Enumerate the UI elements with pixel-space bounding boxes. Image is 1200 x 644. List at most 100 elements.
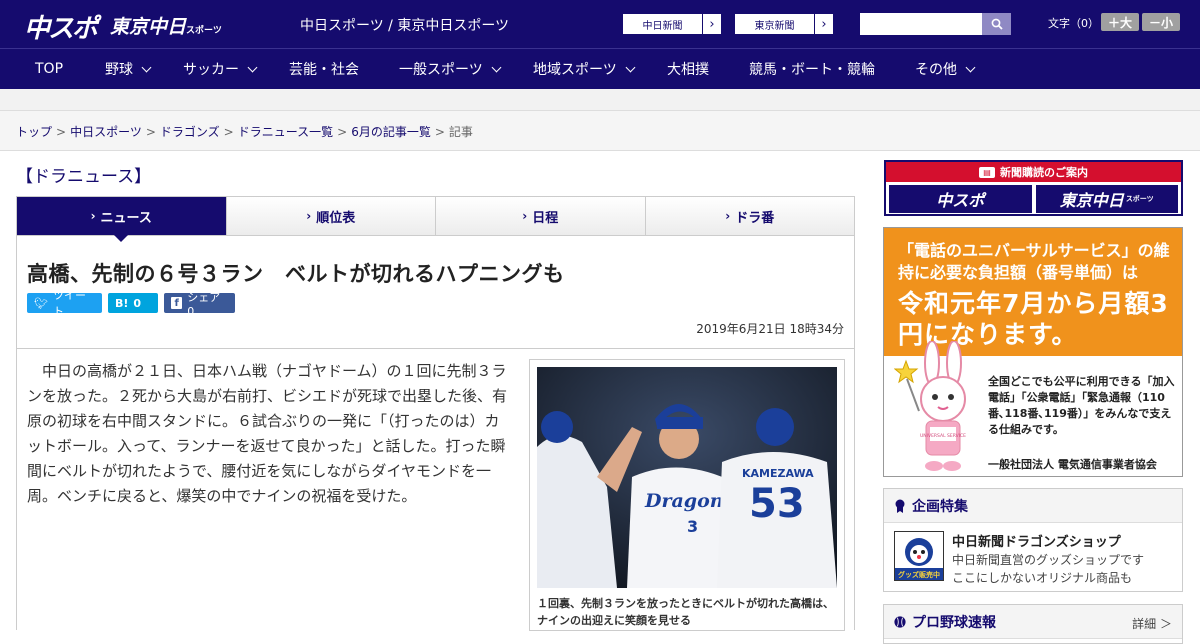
chevron-right-icon: ›	[725, 209, 731, 223]
spacer-bar	[0, 89, 1200, 111]
pro-baseball-panel: プロ野球速報 詳細 ＞	[883, 604, 1183, 644]
nav-label: サッカー	[183, 62, 239, 78]
newspaper-icon: ▤	[979, 166, 995, 178]
breadcrumb-link[interactable]: ドラゴンズ	[160, 125, 220, 139]
hatena-bookmark-button[interactable]: B! 0	[108, 293, 158, 313]
nav-item-other[interactable]: その他	[915, 49, 976, 89]
breadcrumb-link[interactable]: 中日スポーツ	[70, 125, 142, 139]
facebook-share-label: シェア 0	[187, 290, 221, 318]
font-size-up-button[interactable]: ＋大	[1101, 13, 1139, 31]
tokyo-chunichi-subscribe-logo[interactable]: 東京中日 スポーツ	[1035, 185, 1178, 213]
site-title: 中日スポーツ / 東京中日スポーツ	[300, 18, 510, 34]
facebook-share-button[interactable]: f シェア 0	[164, 291, 235, 318]
chevron-right-icon: ›	[306, 209, 312, 223]
back-number: 53	[749, 481, 805, 527]
breadcrumb-separator: >	[434, 125, 445, 139]
tab-reporter[interactable]: › ドラ番	[645, 197, 854, 235]
chevron-down-icon	[625, 62, 636, 72]
feature-panel: 企画特集 グッズ販売中 中日新聞ドラゴンズショップ 中日新聞直営のグッズショップ…	[883, 488, 1183, 592]
nav-item-racing[interactable]: 競馬・ボート・競輪	[749, 49, 875, 89]
chevron-down-icon	[141, 62, 152, 72]
chuspo-logo[interactable]: 中スポ	[24, 8, 98, 45]
breadcrumb-link[interactable]: 6月の記事一覧	[351, 125, 431, 139]
nav-label: 大相撲	[667, 62, 709, 78]
ad-lower: UNIVERSAL SERVICE 全国どこでも公平に利用できる「加入電話」「公…	[884, 341, 1182, 476]
nav-label: 芸能・社会	[289, 62, 359, 78]
tokyo-shimbun-label: 東京新聞	[735, 14, 815, 34]
chunichi-shimbun-link[interactable]: 中日新聞 ›	[622, 13, 722, 35]
chuspo-subscribe-logo[interactable]: 中スポ	[889, 185, 1032, 213]
dragons-shop-thumbnail: グッズ販売中	[894, 531, 944, 581]
dragons-shop-text: 中日新聞ドラゴンズショップ 中日新聞直営のグッズショップです ここにしかないオリ…	[952, 531, 1144, 586]
dragons-shop-desc-2: ここにしかないオリジナル商品も	[952, 571, 1133, 585]
feature-panel-title: 企画特集	[912, 498, 968, 515]
back-name: KAMEZAWA	[742, 467, 814, 480]
breadcrumb-separator: >	[337, 125, 348, 139]
subscription-logos: 中スポ 東京中日 スポーツ	[886, 182, 1181, 216]
ad-description: 全国どこでも公平に利用できる「加入電話」「公衆電話」「緊急通報（110番､118…	[988, 375, 1175, 436]
ribbon-icon	[895, 499, 905, 513]
nav-item-entertainment[interactable]: 芸能・社会	[289, 49, 359, 89]
nav-label: 競馬・ボート・競輪	[749, 62, 875, 78]
tweet-label: ツイート	[52, 289, 86, 318]
nav-item-local-sports[interactable]: 地域スポーツ	[533, 49, 636, 89]
tab-label: 順位表	[316, 210, 356, 226]
chunichi-shimbun-label: 中日新聞	[623, 14, 703, 34]
chevron-right-icon: ›	[90, 209, 96, 223]
nav-label: 地域スポーツ	[533, 62, 617, 78]
twitter-icon: 🐦︎	[34, 296, 48, 310]
tokyo-logo-sub: スポーツ	[186, 26, 222, 36]
article-photo: Dragons 3 KAMEZAWA 53 １回裏、先制３ランを放ったときにベル…	[529, 359, 845, 631]
article-text: 中日の高橋が２１日、日本ハム戦（ナゴヤドーム）の１回に先制３ランを放った。２死か…	[27, 362, 508, 505]
subscription-box[interactable]: ▤ 新聞購読のご案内 中スポ 東京中日 スポーツ	[884, 160, 1183, 216]
ad-text: 「電話のユニバーサルサービス」の維持に必要な負担額（番号単価）は 令和元年7月か…	[898, 240, 1178, 350]
top-header: 中スポ 東京中日スポーツ 中日スポーツ / 東京中日スポーツ 中日新聞 › 東京…	[0, 0, 1200, 48]
subscription-header: ▤ 新聞購読のご案内	[886, 162, 1181, 182]
tokyo-chunichi-logo[interactable]: 東京中日スポーツ	[110, 12, 222, 39]
players-celebration-photo[interactable]: Dragons 3 KAMEZAWA 53	[537, 367, 837, 588]
universal-service-ad[interactable]: 「電話のユニバーサルサービス」の維持に必要な負担額（番号単価）は 令和元年7月か…	[883, 227, 1183, 477]
breadcrumb-separator: >	[56, 125, 67, 139]
search-input[interactable]	[860, 13, 982, 35]
tweet-button[interactable]: 🐦︎ ツイート	[27, 289, 102, 318]
article-headline: 高橋、先制の６号３ラン ベルトが切れるハプニングも	[27, 262, 565, 286]
dragons-shop-item[interactable]: グッズ販売中 中日新聞ドラゴンズショップ 中日新聞直営のグッズショップです ここ…	[884, 523, 1182, 594]
tab-schedule[interactable]: › 日程	[436, 197, 646, 235]
chevron-down-icon	[491, 62, 502, 72]
hatena-icon: B!	[115, 296, 129, 310]
breadcrumb-link[interactable]: トップ	[16, 125, 52, 139]
ad-organization: 一般社団法人 電気通信事業者協会	[988, 458, 1157, 471]
dragons-shop-title[interactable]: 中日新聞ドラゴンズショップ	[952, 531, 1144, 550]
nav-item-top[interactable]: TOP	[35, 49, 63, 89]
font-size-down-button[interactable]: －小	[1142, 13, 1180, 31]
chevron-right-icon: ›	[821, 16, 827, 32]
tokyo-subscribe-sub: スポーツ	[1125, 195, 1154, 203]
search-button[interactable]	[982, 13, 1011, 35]
dragons-shop-desc-1: 中日新聞直営のグッズショップです	[952, 553, 1145, 567]
nav-item-soccer[interactable]: サッカー	[183, 49, 258, 89]
pro-baseball-detail-link[interactable]: 詳細 ＞	[1132, 615, 1172, 632]
article-date: 2019年6月21日 18時34分	[696, 322, 844, 336]
nav-item-sumo[interactable]: 大相撲	[667, 49, 709, 89]
tab-news[interactable]: › ニュース	[17, 197, 227, 242]
chevron-down-icon	[247, 62, 258, 72]
nav-item-baseball[interactable]: 野球	[105, 49, 152, 89]
breadcrumb-link[interactable]: ドラニュース一覧	[238, 125, 333, 139]
baseball-icon	[894, 615, 906, 628]
nav-label: 野球	[105, 62, 133, 78]
mascot-badge-text: UNIVERSAL SERVICE	[920, 433, 966, 439]
ad-line1: 「電話のユニバーサルサービス」の維持に必要な負担額（番号単価）は	[898, 241, 1170, 282]
tokyo-shimbun-link[interactable]: 東京新聞 ›	[734, 13, 834, 35]
tab-standings[interactable]: › 順位表	[226, 197, 436, 235]
doala-mascot-icon: グッズ販売中	[895, 538, 943, 580]
section-title: 【ドラニュース】	[16, 167, 152, 187]
nav-label: 一般スポーツ	[399, 62, 483, 78]
photo-illustration: Dragons 3 KAMEZAWA 53	[537, 367, 837, 588]
pro-baseball-title: プロ野球速報	[912, 614, 996, 631]
breadcrumb-separator: >	[145, 125, 156, 139]
tab-label: ドラ番	[735, 210, 775, 226]
article-header: 高橋、先制の６号３ラン ベルトが切れるハプニングも 🐦︎ ツイート B! 0 f シェ…	[16, 236, 855, 349]
section-tabs: › ニュース › 順位表 › 日程 › ドラ番	[16, 196, 855, 242]
nav-item-general-sports[interactable]: 一般スポーツ	[399, 49, 502, 89]
tokyo-logo-text: 東京中日	[110, 16, 187, 38]
